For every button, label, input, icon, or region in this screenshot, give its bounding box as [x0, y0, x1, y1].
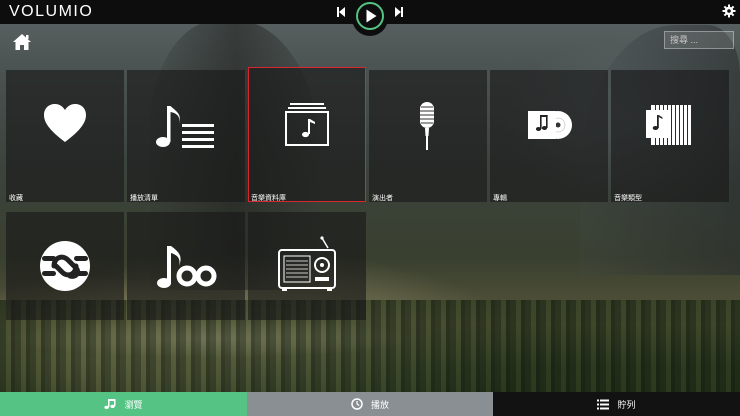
tile-favorites[interactable]: 收藏	[6, 70, 124, 202]
genres-icon	[646, 105, 691, 145]
microphone-icon	[420, 102, 434, 150]
streaming-service-icon	[40, 241, 90, 291]
background-landscape	[0, 0, 740, 416]
play-button[interactable]	[356, 2, 384, 30]
playlist-icon	[156, 106, 214, 148]
list-icon	[597, 399, 610, 409]
home-button[interactable]	[12, 33, 32, 51]
tile-music-service[interactable]	[127, 212, 245, 320]
tab-playback[interactable]: 播放	[247, 392, 493, 416]
tile-web-radio[interactable]	[248, 212, 366, 320]
play-button-container	[352, 0, 388, 36]
web-radio-icon	[278, 236, 336, 291]
album-icon	[528, 111, 572, 139]
tab-queue[interactable]: 貯列	[493, 392, 740, 416]
tab-browse[interactable]: 瀏覽	[0, 392, 247, 416]
tile-label: 音樂資料庫	[251, 195, 286, 202]
music-library-icon	[285, 103, 329, 146]
previous-track-button[interactable]	[336, 4, 346, 20]
next-icon	[395, 7, 403, 17]
music-service-icon	[157, 246, 217, 288]
tile-label: 收藏	[9, 195, 23, 202]
clock-icon	[351, 398, 363, 410]
tab-playback-label: 播放	[370, 399, 389, 410]
tile-label: 演出者	[372, 195, 393, 202]
tile-artists[interactable]: 演出者	[369, 70, 487, 202]
heart-icon	[44, 104, 86, 142]
play-icon	[366, 9, 377, 23]
search-input[interactable]	[664, 31, 734, 49]
next-track-button[interactable]	[394, 4, 404, 20]
tile-music-library[interactable]: 音樂資料庫	[248, 67, 366, 202]
settings-button[interactable]	[722, 4, 736, 18]
home-icon	[13, 34, 31, 50]
volumio-logo: VOLUMIO	[9, 3, 94, 20]
tile-label: 音樂類型	[614, 195, 642, 202]
previous-icon	[337, 7, 345, 17]
tile-streaming-service[interactable]	[6, 212, 124, 320]
tile-genres[interactable]: 音樂類型	[611, 70, 729, 202]
bottom-tab-bar: 瀏覽 播放 貯列	[0, 392, 740, 416]
music-note-icon	[104, 399, 116, 409]
tile-albums[interactable]: 專輯	[490, 70, 608, 202]
tile-label: 專輯	[493, 195, 507, 202]
gear-icon	[722, 4, 736, 18]
tile-label: 播放清單	[130, 195, 158, 202]
tile-playlists[interactable]: 播放清單	[127, 70, 245, 202]
tab-browse-label: 瀏覽	[124, 399, 143, 410]
tab-queue-label: 貯列	[617, 399, 636, 410]
